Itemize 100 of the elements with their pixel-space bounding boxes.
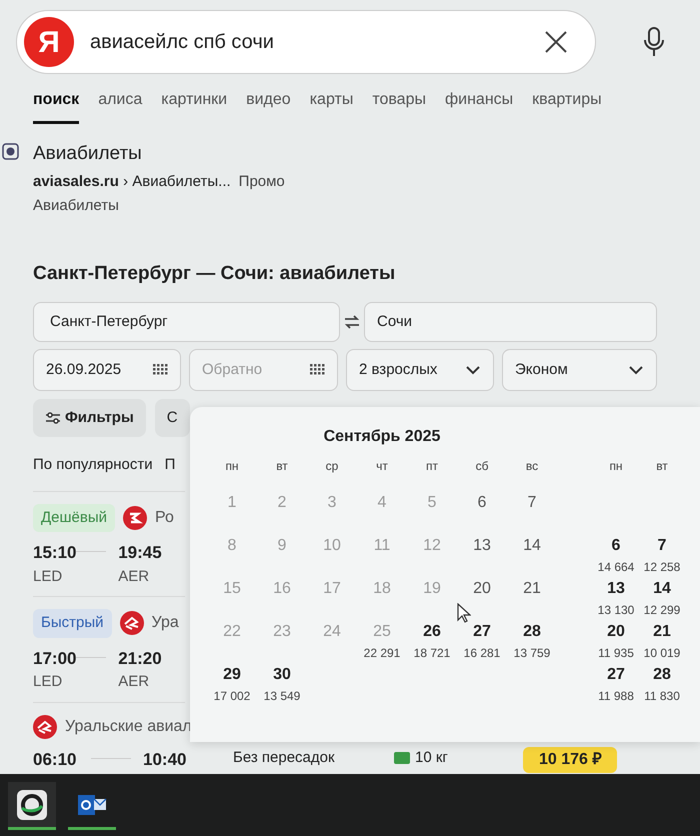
calendar-icon [309,363,325,377]
cabin-class-dropdown[interactable]: Эконом [502,349,657,391]
weekday-label: пн [608,458,624,475]
result-url[interactable]: aviasales.ru › Авиабилеты... [33,170,231,193]
ring-app-icon [17,790,47,820]
sliders-icon [45,411,61,425]
airline-logo-icon [123,506,148,530]
departure-date-field[interactable]: 26.09.2025 [33,349,181,391]
arrival-time: 19:45 [118,542,163,564]
search-tab[interactable]: товары [372,88,426,124]
destination-field[interactable]: Сочи [364,302,657,342]
day-price: 22 291 [364,645,400,662]
result-title[interactable]: Авиабилеты [33,140,285,168]
chevron-down-icon [465,365,481,375]
calendar-day[interactable]: 6 [478,491,486,515]
result-snippet: Авиабилеты [33,196,120,216]
swap-icon[interactable] [344,315,360,329]
calendar-day[interactable]: 21 [523,577,541,601]
calendar-icon [152,363,168,377]
microphone-icon[interactable] [643,27,665,57]
airport-code: AER [118,566,150,586]
search-tab[interactable]: поиск [33,88,80,124]
stops-label: Без пересадок [233,748,336,768]
calendar-day[interactable]: 14 [653,577,671,601]
day-price: 11 935 [598,645,634,662]
yandex-logo[interactable]: Я [24,17,74,67]
weekday-label: вт [275,458,289,475]
day-price: 18 721 [414,645,450,662]
baggage-icon [393,750,411,766]
weekday-label: вт [655,458,669,475]
weekday-label: чт [375,458,389,475]
departure-time: 17:00 [33,648,76,670]
day-price: 14 664 [598,559,634,576]
taskbar-button[interactable] [8,782,56,830]
search-tab[interactable]: видео [246,88,291,124]
day-price: 12 258 [644,559,680,576]
weekday-label: ср [324,458,340,475]
search-tab[interactable]: алиса [98,88,142,124]
close-icon[interactable] [544,30,568,54]
filter-button[interactable]: С [154,399,190,437]
calendar-day[interactable]: 20 [473,577,491,601]
search-query: авиасейлс спб сочи [90,30,275,55]
calendar-day[interactable]: 20 [607,620,625,644]
search-tab[interactable]: квартиры [532,88,602,124]
ticket-badge: Быстрый [33,609,112,638]
calendar-day[interactable]: 6 [612,534,620,558]
departure-time: 06:10 [33,748,78,770]
day-price: 17 002 [214,688,250,705]
day-price: 11 988 [598,688,634,705]
search-tab[interactable]: финансы [444,88,514,124]
day-price: 12 299 [644,602,680,619]
day-price: 13 549 [264,688,300,705]
airport-code: LED [33,672,64,692]
calendar-day[interactable]: 14 [523,534,541,558]
search-tab[interactable]: картинки [161,88,228,124]
site-favicon-icon [2,143,19,160]
calendar-day[interactable]: 7 [658,534,666,558]
weekday-label: пт [425,458,439,475]
airport-code: AER [118,672,150,692]
baggage-label: 10 кг [415,748,448,768]
airline-name: Уральские авиал [65,716,192,736]
widget-title: Санкт-Петербург — Сочи: авиабилеты [33,262,396,286]
sort-option[interactable]: По популярности [33,454,153,476]
calendar-day[interactable]: 26 [423,620,441,644]
calendar-day[interactable]: 27 [473,620,491,644]
airline-name: Ро [155,508,174,528]
airline-name: Ура [152,613,179,634]
calendar-day[interactable]: 21 [653,620,671,644]
departure-time: 15:10 [33,542,76,564]
arrival-time: 21:20 [118,648,163,670]
weekday-label: сб [474,458,490,475]
day-price: 13 759 [514,645,550,662]
arrival-time: 10:40 [143,748,188,770]
calendar-day[interactable]: 7 [528,491,536,515]
weekday-label: вс [524,458,540,475]
airport-code: LED [33,566,64,586]
calendar-day[interactable]: 30 [273,663,291,687]
weekday-label: пн [224,458,240,475]
origin-field[interactable]: Санкт-Петербург [33,302,340,342]
mouse-pointer-icon [457,603,471,623]
chevron-down-icon [628,365,644,375]
day-price: 13 130 [598,602,634,619]
calendar-day[interactable]: 27 [607,663,625,687]
airline-logo-icon [33,714,57,738]
search-field[interactable]: Я авиасейлс спб сочи [16,10,596,74]
calendar-day[interactable]: 28 [653,663,671,687]
calendar-day[interactable]: 13 [473,534,491,558]
passengers-dropdown[interactable]: 2 взрослых [346,349,494,391]
day-price: 16 281 [464,645,500,662]
promo-label: Промо [238,172,285,192]
airline-logo-icon [120,611,144,636]
calendar-day[interactable]: 29 [223,663,241,687]
filter-button[interactable]: Фильтры [33,399,146,437]
day-price: 11 830 [644,688,680,705]
sort-option[interactable]: П [164,454,176,476]
calendar-day[interactable]: 28 [523,620,541,644]
search-tab[interactable]: карты [310,88,354,124]
price-badge[interactable]: 10 176 ₽ [523,746,618,772]
ticket-badge: Дешёвый [33,504,116,532]
calendar-day[interactable]: 13 [607,577,625,601]
